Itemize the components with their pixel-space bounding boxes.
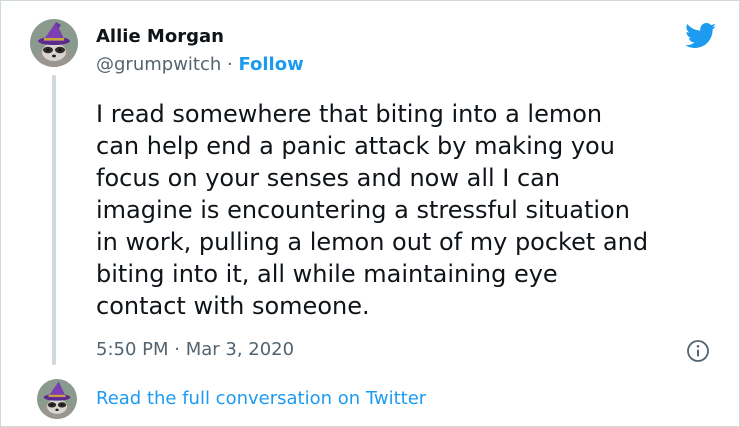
author-handle[interactable]: @grumpwitch: [96, 54, 221, 75]
twitter-bird-icon[interactable]: [685, 23, 717, 49]
author-avatar[interactable]: [30, 19, 78, 67]
tweet-text: I read somewhere that biting into a lemo…: [96, 100, 649, 320]
tweet-embed-card: Allie Morgan @grumpwitch · Follow I read…: [0, 0, 740, 427]
author-name[interactable]: Allie Morgan: [96, 26, 224, 47]
thread-connector-line: [52, 75, 56, 365]
conversation-avatar: [37, 379, 77, 419]
handle-row: @grumpwitch · Follow: [96, 54, 304, 75]
raccoon-witch-avatar-image: [30, 19, 78, 67]
read-full-conversation-link[interactable]: Read the full conversation on Twitter: [96, 388, 426, 409]
raccoon-witch-avatar-small-image: [37, 379, 77, 419]
follow-button[interactable]: Follow: [238, 54, 303, 75]
tweet-timestamp[interactable]: 5:50 PM · Mar 3, 2020: [96, 339, 294, 360]
info-icon[interactable]: [686, 339, 710, 363]
handle-separator: ·: [221, 54, 239, 75]
